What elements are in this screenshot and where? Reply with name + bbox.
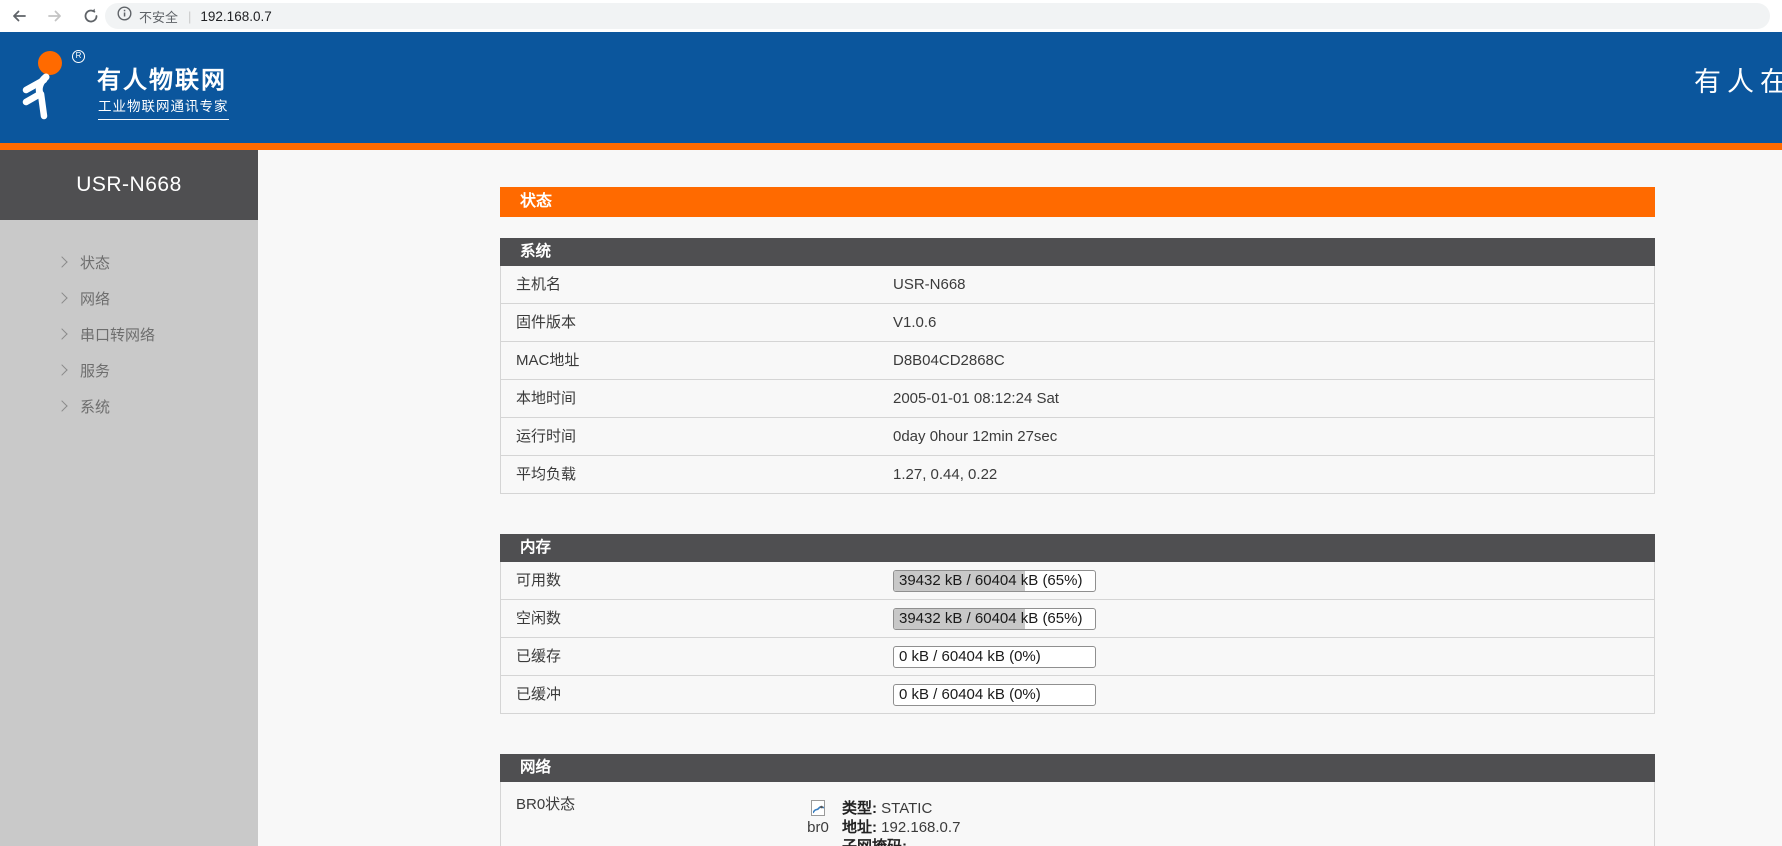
row-label: 已缓冲: [516, 676, 561, 714]
security-label: 不安全: [139, 7, 178, 26]
address-bar[interactable]: 不安全 | 192.168.0.7: [105, 3, 1770, 29]
row-label: 空闲数: [516, 600, 561, 638]
table-row: MAC地址 D8B04CD2868C: [501, 342, 1654, 380]
table-row: 运行时间 0day 0hour 12min 27sec: [501, 418, 1654, 456]
memory-meter: 0 kB / 60404 kB (0%): [893, 646, 1096, 668]
row-value: 0day 0hour 12min 27sec: [893, 418, 1057, 456]
accent-divider: [0, 143, 1782, 150]
row-label: 主机名: [516, 266, 561, 304]
sidebar-item-系统[interactable]: 系统: [0, 388, 258, 424]
section-系统: 系统主机名 USR-N668 固件版本 V1.0.6 MAC地址 D8B04CD2868C…: [500, 238, 1655, 494]
table-row: 平均负载 1.27, 0.44, 0.22: [501, 456, 1654, 494]
chevron-right-icon: [56, 364, 67, 375]
row-label: BR0状态: [516, 793, 575, 814]
row-label: MAC地址: [516, 342, 579, 380]
row-label: 固件版本: [516, 304, 576, 342]
interface-details: 类型: STATIC地址: 192.168.0.7子网掩码:: [842, 799, 960, 846]
section-table: 可用数 39432 kB / 60404 kB (65%) 空闲数 39432 kB …: [500, 562, 1655, 714]
back-icon[interactable]: [6, 3, 32, 29]
memory-meter: 39432 kB / 60404 kB (65%): [893, 570, 1096, 592]
detail-value: 192.168.0.7: [877, 819, 960, 836]
chevron-right-icon: [56, 292, 67, 303]
sidebar-item-服务[interactable]: 服务: [0, 352, 258, 388]
interface-name: br0: [797, 819, 839, 836]
section-header: 系统: [500, 238, 1655, 266]
registered-mark: R: [72, 50, 85, 63]
section-table: BR0状态br0类型: STATIC地址: 192.168.0.7子网掩码:: [500, 782, 1655, 846]
row-label: 平均负载: [516, 456, 576, 494]
detail-line: 地址: 192.168.0.7: [842, 818, 960, 837]
brand-name: 有人物联网: [97, 60, 227, 95]
meter-text: 39432 kB / 60404 kB (65%): [899, 571, 1095, 591]
sidebar-item-label: 网络: [80, 288, 110, 309]
row-label: 本地时间: [516, 380, 576, 418]
row-value: D8B04CD2868C: [893, 342, 1005, 380]
memory-meter: 39432 kB / 60404 kB (65%): [893, 608, 1096, 630]
reload-icon[interactable]: [78, 3, 104, 29]
info-icon[interactable]: [117, 6, 132, 26]
section-网络: 网络BR0状态br0类型: STATIC地址: 192.168.0.7子网掩码:: [500, 754, 1655, 846]
row-label: 运行时间: [516, 418, 576, 456]
sidebar-item-label: 状态: [80, 252, 110, 273]
table-row: 已缓存 0 kB / 60404 kB (0%): [501, 638, 1654, 676]
chevron-right-icon: [56, 256, 67, 267]
table-row: 空闲数 39432 kB / 60404 kB (65%): [501, 600, 1654, 638]
header-slogan: 有人在: [1694, 60, 1782, 99]
brand-logo[interactable]: R 有人物联网 工业物联网通讯专家: [16, 48, 216, 128]
row-value: 1.27, 0.44, 0.22: [893, 456, 997, 494]
site-header: R 有人物联网 工业物联网通讯专家 有人在: [0, 32, 1782, 143]
table-row: 主机名 USR-N668: [501, 266, 1654, 304]
row-value: V1.0.6: [893, 304, 936, 342]
table-row: 可用数 39432 kB / 60404 kB (65%): [501, 562, 1654, 600]
sidebar-item-label: 服务: [80, 360, 110, 381]
sidebar: USR-N668 状态网络串口转网络服务系统: [0, 150, 258, 846]
detail-line: 类型: STATIC: [842, 799, 960, 818]
sidebar-item-串口转网络[interactable]: 串口转网络: [0, 316, 258, 352]
chevron-right-icon: [56, 328, 67, 339]
meter-text: 0 kB / 60404 kB (0%): [899, 647, 1095, 667]
sidebar-menu: 状态网络串口转网络服务系统: [0, 244, 258, 424]
table-row: 固件版本 V1.0.6: [501, 304, 1654, 342]
detail-value: STATIC: [877, 800, 932, 817]
section-内存: 内存可用数 39432 kB / 60404 kB (65%) 空闲数 39432 k…: [500, 534, 1655, 714]
section-header: 网络: [500, 754, 1655, 782]
table-row: BR0状态br0类型: STATIC地址: 192.168.0.7子网掩码:: [501, 782, 1654, 846]
forward-icon[interactable]: [42, 3, 68, 29]
sidebar-item-网络[interactable]: 网络: [0, 280, 258, 316]
page-title: 状态: [500, 187, 1655, 217]
table-row: 已缓冲 0 kB / 60404 kB (0%): [501, 676, 1654, 714]
device-name: USR-N668: [0, 150, 258, 220]
content-column: 状态 系统主机名 USR-N668 固件版本 V1.0.6 MAC地址 D8B04CD28…: [500, 187, 1655, 846]
detail-key: 地址:: [842, 819, 877, 836]
network-interface: br0: [797, 800, 839, 836]
row-value: USR-N668: [893, 266, 966, 304]
row-label: 可用数: [516, 562, 561, 600]
meter-text: 39432 kB / 60404 kB (65%): [899, 609, 1095, 629]
memory-meter: 0 kB / 60404 kB (0%): [893, 684, 1096, 706]
section-header: 内存: [500, 534, 1655, 562]
row-label: 已缓存: [516, 638, 561, 676]
sidebar-item-状态[interactable]: 状态: [0, 244, 258, 280]
sidebar-item-label: 串口转网络: [80, 324, 155, 345]
broken-image-icon: [811, 800, 825, 816]
brand-tagline: 工业物联网通讯专家: [98, 95, 229, 120]
browser-toolbar: 不安全 | 192.168.0.7: [0, 0, 1782, 32]
section-table: 主机名USR-N668固件版本V1.0.6MAC地址D8B04CD2868C本地…: [500, 266, 1655, 494]
sections: 系统主机名 USR-N668 固件版本 V1.0.6 MAC地址 D8B04CD2868C…: [500, 238, 1655, 846]
chevron-right-icon: [56, 400, 67, 411]
table-row: 本地时间 2005-01-01 08:12:24 Sat: [501, 380, 1654, 418]
detail-line: 子网掩码:: [842, 837, 960, 846]
main-area: 状态 系统主机名 USR-N668 固件版本 V1.0.6 MAC地址 D8B04CD28…: [258, 150, 1782, 846]
row-value: 2005-01-01 08:12:24 Sat: [893, 380, 1059, 418]
meter-text: 0 kB / 60404 kB (0%): [899, 685, 1095, 705]
detail-key: 类型:: [842, 800, 877, 817]
sidebar-item-label: 系统: [80, 396, 110, 417]
omnibox-divider: |: [188, 9, 191, 24]
detail-key: 子网掩码:: [842, 838, 907, 846]
url-text: 192.168.0.7: [200, 9, 271, 24]
